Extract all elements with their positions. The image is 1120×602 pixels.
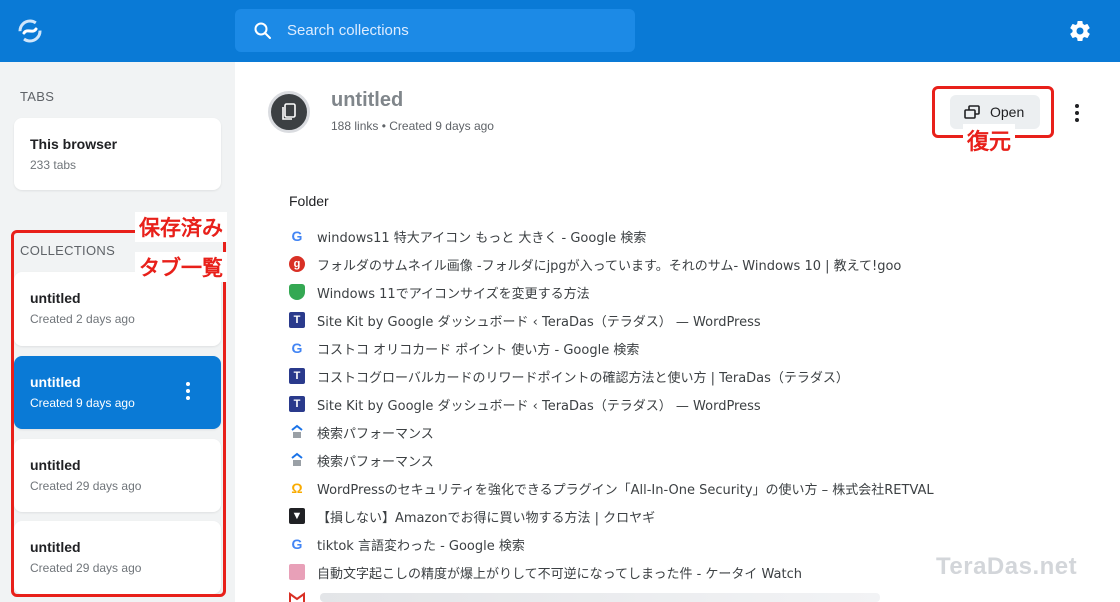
link-item[interactable]: G コストコ オリコカード ポイント 使い方 - Google 検索 [289, 334, 1089, 362]
collection-title: untitled [30, 290, 81, 306]
browser-card-tab-count: 233 tabs [30, 158, 77, 172]
app-logo-icon[interactable] [18, 19, 42, 43]
collection-title: untitled [30, 457, 81, 473]
collection-meta: 188 links • Created 9 days ago [331, 119, 494, 133]
collection-created: Created 9 days ago [30, 396, 135, 410]
teradas-favicon-icon: T [289, 368, 305, 384]
collection-created: Created 29 days ago [30, 561, 142, 575]
link-title: Site Kit by Google ダッシュボード ‹ TeraDas（テラダ… [317, 398, 761, 414]
restore-windows-icon [964, 105, 980, 119]
link-item[interactable]: ▼ 【損しない】Amazonでお得に買い物する方法 | クロヤギ [289, 502, 1089, 530]
teradas-favicon-icon: T [289, 396, 305, 412]
shield-favicon-icon [289, 284, 305, 300]
google-favicon-icon: G [291, 228, 303, 244]
collections-section-label: COLLECTIONS [20, 243, 116, 258]
link-item[interactable]: Ω WordPressのセキュリティを強化できるプラグイン「All-In-One … [289, 474, 1089, 502]
search-input[interactable] [287, 9, 617, 52]
collection-title: untitled [30, 374, 81, 390]
google-favicon-icon: G [291, 536, 303, 552]
collection-card-active[interactable]: untitled Created 9 days ago [14, 356, 221, 429]
folder-label: Folder [289, 193, 329, 209]
collection-title-heading[interactable]: untitled [331, 89, 403, 112]
link-item[interactable]: 検索パフォーマンス [289, 446, 1089, 474]
link-item[interactable]: Gwindows11 特大アイコン もっと 大きく - Google 検索 [289, 222, 1089, 250]
link-item[interactable]: T Site Kit by Google ダッシュボード ‹ TeraDas（テラ… [289, 306, 1089, 334]
link-title: 自動文字起こしの精度が爆上がりして不可逆になってしまった件 - ケータイ Wat… [317, 566, 803, 582]
link-item[interactable]: T コストコグローバルカードのリワードポイントの確認方法と使い方 | TeraDa… [289, 362, 1089, 390]
link-title: WordPressのセキュリティを強化できるプラグイン「All-In-One S… [317, 482, 934, 498]
ktai-watch-favicon-icon [289, 564, 305, 580]
link-title: コストコ オリコカード ポイント 使い方 - Google 検索 [317, 342, 640, 358]
link-item[interactable]: Windows 11でアイコンサイズを変更する方法 [289, 278, 1089, 306]
collections-annotation-line2: タブ一覧 [135, 252, 227, 282]
collection-created: Created 29 days ago [30, 479, 142, 493]
kuroyagi-favicon-icon: ▼ [289, 508, 305, 524]
link-title: Windows 11でアイコンサイズを変更する方法 [317, 286, 590, 302]
oshiete-goo-favicon-icon: g [289, 256, 305, 272]
link-title: コストコグローバルカードのリワードポイントの確認方法と使い方 | TeraDas… [317, 370, 849, 386]
collection-card[interactable]: untitled Created 2 days ago [14, 272, 221, 346]
link-title: 検索パフォーマンス [317, 454, 434, 470]
link-item[interactable]: 検索パフォーマンス [289, 418, 1089, 446]
collections-annotation-line1: 保存済み [135, 212, 227, 242]
link-item[interactable]: T Site Kit by Google ダッシュボード ‹ TeraDas（テラ… [289, 390, 1089, 418]
teradas-favicon-icon: T [289, 312, 305, 328]
link-title: Site Kit by Google ダッシュボード ‹ TeraDas（テラダ… [317, 314, 761, 330]
collection-card[interactable]: untitled Created 29 days ago [14, 521, 221, 594]
link-title: windows11 特大アイコン もっと 大きく - Google 検索 [317, 230, 647, 246]
gmail-favicon-icon [289, 592, 305, 602]
collection-avatar [268, 91, 310, 133]
tabs-section-label: TABS [20, 89, 55, 104]
this-browser-card[interactable]: This browser 233 tabs [14, 118, 221, 190]
sidebar: TABS This browser 233 tabs COLLECTIONS u… [0, 62, 235, 602]
collection-title: untitled [30, 539, 81, 555]
search-bar[interactable] [235, 9, 635, 52]
more-vert-icon[interactable] [1071, 102, 1083, 124]
link-title: 検索パフォーマンス [317, 426, 434, 442]
link-title: フォルダのサムネイル画像 -フォルダにjpgが入っています。それのサム- Win… [317, 258, 902, 274]
link-list: Gwindows11 特大アイコン もっと 大きく - Google 検索 gフ… [289, 222, 1089, 586]
open-annotation-label: 復元 [963, 124, 1016, 156]
top-bar [0, 0, 1120, 62]
gear-icon[interactable] [1068, 19, 1092, 43]
link-item[interactable]: g フォルダのサムネイル画像 -フォルダにjpgが入っています。それのサム- Wi… [289, 250, 1089, 278]
aio-security-favicon-icon: Ω [291, 480, 303, 496]
open-button-label: Open [990, 104, 1025, 120]
watermark: TeraDas.net [936, 553, 1078, 580]
browser-card-title: This browser [30, 136, 118, 152]
blurred-link-row [320, 593, 880, 602]
more-vert-icon[interactable] [182, 380, 194, 402]
collection-created: Created 2 days ago [30, 312, 135, 326]
collection-card[interactable]: untitled Created 29 days ago [14, 439, 221, 512]
collection-icon [282, 103, 296, 120]
search-console-favicon-icon [289, 424, 305, 440]
google-favicon-icon: G [291, 340, 303, 356]
search-icon [254, 22, 271, 39]
search-console-favicon-icon [289, 452, 305, 468]
link-title: 【損しない】Amazonでお得に買い物する方法 | クロヤギ [317, 510, 656, 526]
link-title: tiktok 言語変わった - Google 検索 [317, 538, 525, 554]
